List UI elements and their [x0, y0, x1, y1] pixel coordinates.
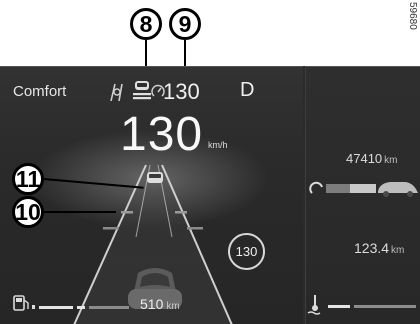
odometer: 47410 km	[346, 151, 398, 166]
distance-bar-right-2	[187, 227, 203, 230]
fuel-gauge-track	[89, 306, 129, 309]
road-visualization	[73, 164, 233, 324]
reference-code: 59680	[407, 2, 418, 30]
coolant-temperature-icon	[307, 295, 321, 315]
trip-distance: 123.4 km	[354, 240, 404, 256]
trip-unit: km	[391, 245, 405, 256]
trip-value: 123.4	[354, 240, 390, 256]
odometer-value: 47410	[346, 151, 383, 166]
distance-bar-right-1	[175, 211, 187, 214]
main-panel: Comfort 130 D 130 km/h 130 510 km	[0, 66, 303, 324]
fuel-pump-icon	[13, 295, 29, 311]
distance-bar-left-2	[103, 227, 119, 230]
callout-8: 8	[130, 8, 162, 40]
odometer-unit: km	[384, 155, 398, 166]
coolant-temperature-gauge	[307, 295, 416, 315]
car-distance-icon	[309, 181, 418, 197]
callout-11: 11	[12, 163, 44, 195]
fuel-gauge-segment	[77, 306, 85, 309]
callout-9: 9	[169, 8, 201, 40]
fuel-gauge-empty-mark	[32, 305, 35, 309]
distance-bar-left-1	[121, 211, 133, 214]
fuel-gauge	[13, 295, 129, 311]
instrument-cluster-figure: 59680 8 9 Comfort 130 D 130 km/h 130 510…	[0, 0, 420, 324]
coolant-gauge-level	[328, 305, 350, 308]
dashboard-display: Comfort 130 D 130 km/h 130 510 km 47410 …	[0, 66, 420, 324]
fuel-range-unit: km	[166, 301, 180, 312]
fuel-range-value: 510	[140, 296, 164, 312]
callout-10: 10	[12, 196, 44, 228]
fuel-range: 510 km	[140, 296, 180, 312]
side-panel: 47410 km 123.4 km	[305, 66, 420, 324]
coolant-gauge-track	[354, 305, 416, 308]
fuel-gauge-level	[39, 306, 73, 309]
vehicle-ahead-icon	[147, 172, 163, 183]
speed-limit-sign: 130	[228, 233, 265, 270]
callout-10-leader	[44, 211, 116, 213]
